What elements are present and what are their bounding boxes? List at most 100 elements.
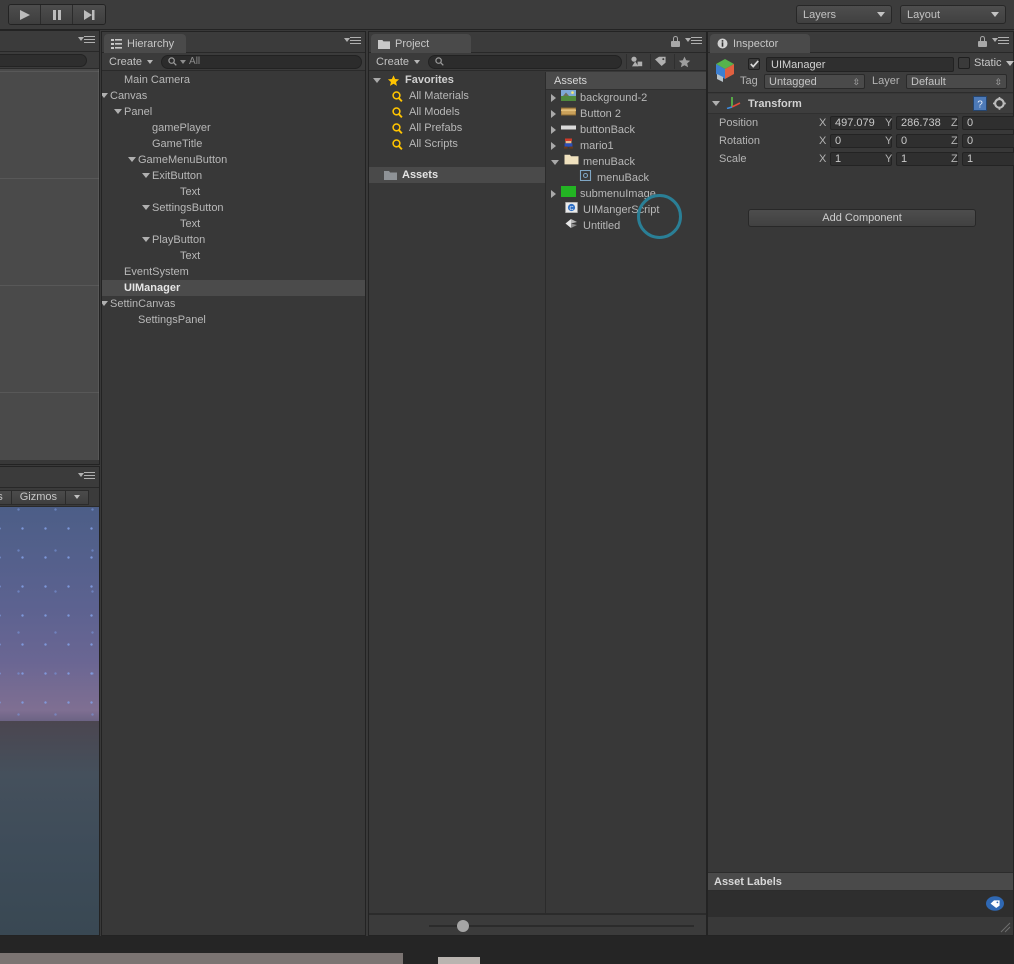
gizmos-dropdown[interactable] [65, 489, 89, 505]
chevron-right-icon[interactable] [551, 94, 556, 102]
hierarchy-item-canvas[interactable]: Canvas [102, 88, 365, 104]
chevron-right-icon[interactable] [551, 126, 556, 134]
transform-scale-x-field[interactable]: 1 [830, 152, 892, 166]
resize-grip-icon[interactable] [1000, 922, 1011, 933]
hierarchy-item-uimanager[interactable]: UIManager [102, 280, 365, 296]
lock-icon[interactable] [978, 36, 987, 47]
help-icon[interactable]: ? [973, 96, 987, 114]
hierarchy-item-gameplayer[interactable]: gamePlayer [102, 120, 365, 136]
project-search-input[interactable] [428, 54, 623, 69]
chevron-right-icon[interactable] [551, 110, 556, 118]
chevron-down-icon[interactable] [373, 77, 381, 83]
zoom-slider-knob[interactable] [457, 920, 469, 932]
scene-view-toolbar[interactable] [0, 52, 99, 69]
project-options-icon[interactable] [685, 37, 702, 48]
game-view-options-icon[interactable] [78, 472, 95, 483]
favorites-item-all-materials[interactable]: All Materials [369, 88, 545, 104]
tab-hierarchy[interactable]: Hierarchy [104, 34, 187, 53]
inspector-panel[interactable]: Inspector UIManager Static Tag Untagged … [707, 31, 1014, 936]
transform-scale-y-field[interactable]: 1 [896, 152, 958, 166]
hierarchy-item-eventsystem[interactable]: EventSystem [102, 264, 365, 280]
hierarchy-item-settingsbutton[interactable]: SettingsButton [102, 200, 365, 216]
hierarchy-panel[interactable]: Hierarchy Create All Main Camera Canvas Pa… [101, 31, 366, 936]
project-panel[interactable]: Project Create Favorites All Materials A… [368, 31, 707, 936]
hierarchy-item-text[interactable]: Text [102, 184, 365, 200]
transform-position-z-field[interactable]: 0 [962, 116, 1014, 130]
tab-project[interactable]: Project [371, 34, 471, 53]
project-create-button[interactable]: Create [372, 54, 424, 69]
asset-item-background-2[interactable]: background-2 [546, 90, 706, 106]
chevron-down-icon[interactable] [551, 159, 559, 165]
transform-rotation-x-field[interactable]: 0 [830, 134, 892, 148]
hierarchy-item-main-camera[interactable]: Main Camera [102, 72, 365, 88]
favorites-root[interactable]: Favorites [369, 72, 545, 88]
favorites-item-all-prefabs[interactable]: All Prefabs [369, 120, 545, 136]
gizmos-button[interactable]: Gizmos [10, 489, 65, 505]
asset-item-uimangerscript[interactable]: C UIMangerScript [546, 201, 706, 218]
gameobject-name-field[interactable]: UIManager [766, 57, 954, 72]
tab-inspector[interactable]: Inspector [710, 34, 810, 53]
hierarchy-item-gamemenubutton[interactable]: GameMenuButton [102, 152, 365, 168]
gameobject-enabled-checkbox[interactable] [748, 58, 760, 71]
stats-button[interactable]: Stats [0, 489, 11, 505]
asset-item-mario1[interactable]: mario1 [546, 138, 706, 154]
play-button[interactable] [9, 5, 41, 24]
pause-button[interactable] [41, 5, 73, 24]
chevron-down-icon[interactable] [142, 205, 150, 210]
static-toggle-group[interactable]: Static [958, 57, 1014, 69]
asset-item-button-2[interactable]: Button 2 [546, 106, 706, 122]
scene-view-options-icon[interactable] [78, 36, 95, 47]
favorites-item-all-scripts[interactable]: All Scripts [369, 136, 545, 152]
layer-dropdown[interactable]: Default ⇳ [906, 74, 1007, 89]
tag-dropdown[interactable]: Untagged ⇳ [764, 74, 865, 89]
transform-component-header[interactable]: Transform ? [708, 94, 1013, 114]
project-assets-pane[interactable]: Assets background-2 Button 2 buttonBack mar… [546, 72, 706, 913]
hierarchy-create-button[interactable]: Create [105, 54, 157, 69]
hierarchy-item-panel[interactable]: Panel [102, 104, 365, 120]
chevron-down-icon[interactable] [142, 237, 150, 242]
search-scope-chevron-icon[interactable] [180, 59, 187, 64]
hierarchy-tree[interactable]: Main Camera Canvas Panel gamePlayer GameTitl… [102, 72, 365, 935]
hierarchy-item-settincanvas[interactable]: SettinCanvas [102, 296, 365, 312]
game-view-panel[interactable]: Stats Gizmos [0, 466, 100, 936]
lock-icon[interactable] [671, 36, 680, 47]
asset-item-submenuimage[interactable]: submenuImage [546, 186, 706, 202]
hierarchy-search-input[interactable]: All [161, 54, 362, 69]
hierarchy-item-playbutton[interactable]: PlayButton [102, 232, 365, 248]
gear-icon[interactable] [993, 97, 1007, 114]
hierarchy-item-exitbutton[interactable]: ExitButton [102, 168, 365, 184]
asset-item-buttonback[interactable]: buttonBack [546, 122, 706, 138]
favorites-item-all-models[interactable]: All Models [369, 104, 545, 120]
asset-item-untitled[interactable]: Untitled [546, 218, 706, 234]
transform-rotation-z-field[interactable]: 0 [962, 134, 1014, 148]
transform-scale-z-field[interactable]: 1 [962, 152, 1014, 166]
asset-labels-body[interactable] [708, 891, 1013, 917]
chevron-down-icon[interactable] [102, 301, 108, 306]
project-zoom-slider[interactable] [369, 914, 706, 935]
project-favorites-tree[interactable]: Favorites All Materials All Models All Pref… [369, 72, 546, 913]
chevron-down-icon[interactable] [102, 93, 108, 98]
hierarchy-options-icon[interactable] [344, 37, 361, 48]
chevron-down-icon[interactable] [1005, 60, 1014, 66]
filter-icon[interactable] [626, 54, 646, 69]
scene-view-search[interactable] [0, 54, 87, 67]
asset-item-menuback[interactable]: menuBack [546, 154, 706, 170]
scene-view-panel[interactable] [0, 30, 100, 465]
transform-rotation-y-field[interactable]: 0 [896, 134, 958, 148]
label-icon[interactable] [650, 54, 670, 69]
layers-dropdown[interactable]: Layers [796, 5, 892, 24]
static-checkbox[interactable] [958, 57, 970, 69]
transform-position-y-field[interactable]: 286.738 [896, 116, 958, 130]
add-component-button[interactable]: Add Component [748, 209, 976, 227]
hierarchy-item-text[interactable]: Text [102, 216, 365, 232]
layout-dropdown[interactable]: Layout [900, 5, 1006, 24]
project-tree-assets-folder[interactable]: Assets [369, 167, 545, 183]
label-tag-icon[interactable] [986, 896, 1004, 911]
hierarchy-item-settingspanel[interactable]: SettingsPanel [102, 312, 365, 328]
hierarchy-item-text[interactable]: Text [102, 248, 365, 264]
chevron-down-icon[interactable] [142, 173, 150, 178]
favorite-star-icon[interactable] [674, 54, 694, 69]
game-view-render[interactable] [0, 507, 99, 935]
chevron-right-icon[interactable] [551, 142, 556, 150]
scene-view-grid[interactable] [0, 69, 99, 460]
